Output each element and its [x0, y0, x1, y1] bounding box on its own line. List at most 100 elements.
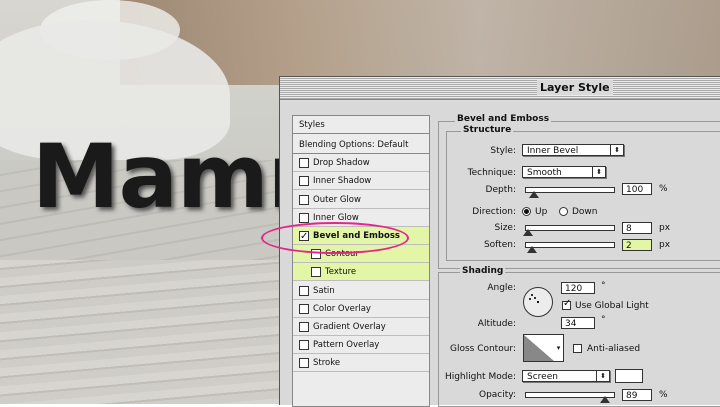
style-checkbox-satin[interactable] — [299, 285, 309, 296]
style-checkbox-stroke[interactable] — [299, 358, 309, 369]
style-item-label: Gradient Overlay — [313, 322, 386, 332]
altitude-unit: ° — [601, 315, 606, 325]
size-slider-thumb[interactable] — [523, 229, 533, 236]
angle-marker — [534, 297, 536, 299]
style-item-label: Outer Glow — [313, 194, 361, 205]
style-item-gradient-overlay[interactable]: Gradient Overlay — [293, 318, 429, 336]
style-item-label: Drop Shadow — [313, 158, 370, 169]
style-checkbox-pattern-overlay[interactable] — [299, 340, 309, 351]
direction-up-radio[interactable] — [522, 207, 531, 216]
direction-down-radio[interactable] — [559, 207, 568, 216]
style-item-label: Styles — [299, 120, 325, 130]
size-label: Size: — [494, 223, 516, 233]
shading-title: Shading — [460, 266, 506, 276]
opacity-label: Opacity: — [479, 390, 516, 400]
dialog-title: Layer Style — [537, 80, 613, 95]
style-select[interactable]: Inner Bevel ⬍ — [522, 144, 624, 156]
style-checkbox-bevel-and-emboss[interactable] — [299, 228, 309, 246]
altitude-input[interactable]: 34 — [561, 317, 595, 329]
soften-slider[interactable] — [525, 242, 615, 253]
style-item-blending-options-default[interactable]: Blending Options: Default — [293, 136, 429, 154]
technique-label: Technique: — [467, 168, 516, 178]
soften-value: 2 — [626, 241, 632, 251]
style-item-inner-glow[interactable]: Inner Glow — [293, 209, 429, 227]
style-item-label: Blending Options: Default — [299, 140, 409, 150]
depth-unit: % — [659, 184, 668, 194]
angle-dial[interactable] — [523, 287, 553, 317]
gloss-contour-preview[interactable] — [523, 334, 555, 362]
angle-unit: ° — [601, 281, 606, 291]
use-global-light-checkbox[interactable] — [562, 298, 571, 310]
angle-input[interactable]: 120 — [561, 282, 595, 294]
soften-unit: px — [659, 240, 671, 250]
style-checkbox-color-overlay[interactable] — [299, 303, 309, 314]
technique-select[interactable]: Smooth ⬍ — [522, 166, 606, 178]
style-item-texture[interactable]: Texture — [293, 263, 429, 282]
depth-slider[interactable] — [525, 187, 615, 198]
soften-input[interactable]: 2 — [622, 239, 652, 251]
bevel-section-title: Bevel and Emboss — [455, 114, 552, 124]
technique-value: Smooth — [527, 168, 562, 178]
style-item-label: Inner Glow — [313, 212, 359, 223]
style-item-pattern-overlay[interactable]: Pattern Overlay — [293, 336, 429, 355]
opacity-input[interactable]: 89 — [622, 389, 652, 401]
direction-up-label[interactable]: Up — [535, 207, 547, 217]
size-input[interactable]: 8 — [622, 222, 652, 234]
style-checkbox-outer-glow[interactable] — [299, 194, 309, 205]
style-item-contour[interactable]: Contour — [293, 245, 429, 264]
direction-down-label[interactable]: Down — [572, 207, 598, 217]
gloss-contour-label: Gloss Contour: — [449, 344, 516, 354]
highlight-mode-label: Highlight Mode: — [444, 372, 516, 382]
style-item-bevel-and-emboss[interactable]: Bevel and Emboss — [293, 227, 429, 246]
structure-title: Structure — [461, 125, 514, 135]
style-item-label: Satin — [313, 285, 335, 296]
anti-aliased-checkbox[interactable] — [573, 344, 582, 353]
depth-label: Depth: — [485, 185, 516, 195]
style-checkbox-texture[interactable] — [311, 267, 321, 278]
updown-arrows-icon: ⬍ — [592, 167, 605, 177]
angle-label: Angle: — [487, 283, 516, 293]
style-checkbox-inner-shadow[interactable] — [299, 176, 309, 187]
style-item-inner-shadow[interactable]: Inner Shadow — [293, 172, 429, 191]
highlight-mode-select[interactable]: Screen ⬍ — [522, 370, 610, 382]
style-item-satin[interactable]: Satin — [293, 282, 429, 300]
angle-marker — [529, 298, 531, 300]
style-item-label: Inner Shadow — [313, 176, 372, 187]
opacity-slider-thumb[interactable] — [600, 396, 610, 403]
style-checkbox-gradient-overlay[interactable] — [299, 322, 309, 332]
style-item-stroke[interactable]: Stroke — [293, 354, 429, 373]
opacity-unit: % — [659, 390, 668, 400]
style-item-label: Bevel and Emboss — [313, 231, 400, 241]
highlight-mode-value: Screen — [527, 372, 558, 382]
style-item-color-overlay[interactable]: Color Overlay — [293, 300, 429, 318]
highlight-color-swatch[interactable] — [615, 369, 643, 383]
style-item-label: Contour — [325, 249, 359, 260]
layer-style-dialog: Layer Style Styles Blending Options: Defa… — [279, 76, 720, 407]
style-item-label: Stroke — [313, 358, 341, 369]
style-item-label: Texture — [325, 267, 357, 278]
style-checkbox-contour[interactable] — [311, 249, 321, 260]
direction-label: Direction: — [472, 207, 516, 217]
gloss-contour-dropdown[interactable]: ▾ — [554, 334, 564, 362]
depth-slider-thumb[interactable] — [529, 191, 539, 198]
size-slider[interactable] — [523, 225, 615, 236]
use-global-light-label[interactable]: Use Global Light — [575, 301, 649, 311]
anti-aliased-label[interactable]: Anti-aliased — [587, 344, 640, 354]
size-unit: px — [659, 223, 671, 233]
styles-list: Styles Blending Options: Default Drop Shad… — [292, 115, 430, 407]
style-item-label: Color Overlay — [313, 303, 371, 314]
dialog-titlebar[interactable]: Layer Style — [280, 77, 720, 100]
updown-arrows-icon: ⬍ — [610, 145, 623, 155]
depth-input[interactable]: 100 — [622, 183, 652, 195]
soften-label: Soften: — [483, 240, 516, 250]
opacity-slider[interactable] — [525, 392, 615, 403]
angle-marker — [531, 294, 533, 296]
soften-slider-thumb[interactable] — [527, 246, 537, 253]
altitude-label: Altitude: — [477, 319, 516, 329]
updown-arrows-icon: ⬍ — [596, 371, 609, 381]
style-item-outer-glow[interactable]: Outer Glow — [293, 191, 429, 209]
styles-header: Styles — [293, 116, 429, 134]
style-checkbox-drop-shadow[interactable] — [299, 158, 309, 169]
style-item-drop-shadow[interactable]: Drop Shadow — [293, 154, 429, 173]
style-checkbox-inner-glow[interactable] — [299, 212, 309, 223]
